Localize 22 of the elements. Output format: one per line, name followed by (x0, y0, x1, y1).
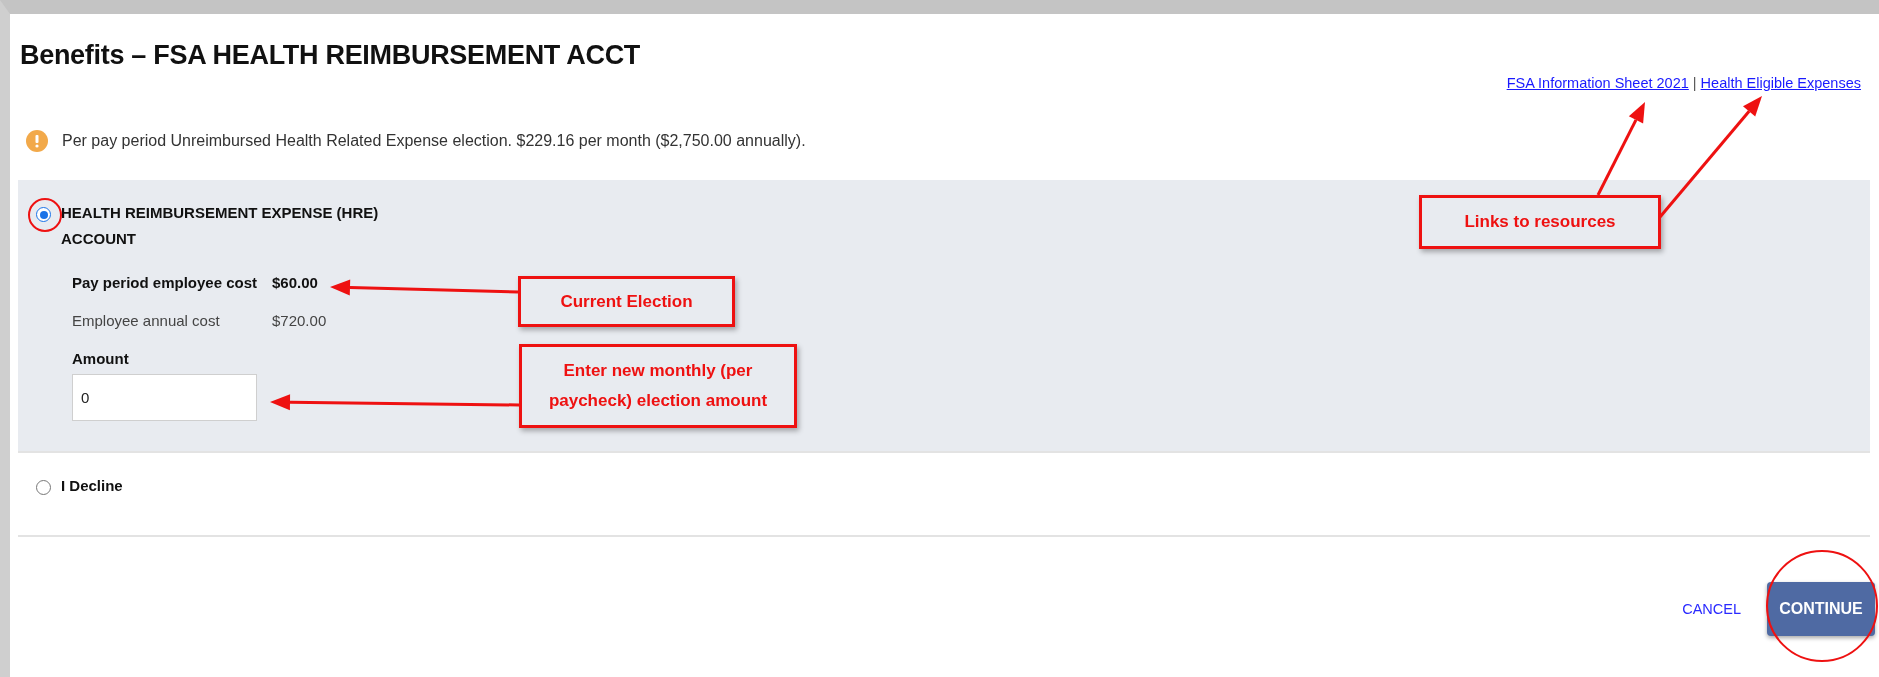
link-separator: | (1692, 75, 1697, 91)
amount-field[interactable]: 0 (72, 374, 257, 421)
detail-value: $720.00 (272, 312, 327, 330)
option-label: I Decline (61, 476, 124, 496)
cancel-link[interactable]: CANCEL (1682, 601, 1741, 617)
page-title: Benefits – FSA HEALTH REIMBURSEMENT ACCT (20, 40, 642, 71)
callout: Current Election (518, 276, 735, 327)
notice-text: Per pay period Unreimbursed Health Related Expense election. $229.16 per month ($2,750.00 annually). (62, 132, 806, 150)
resource-link[interactable]: FSA Information Sheet 2021 (1506, 75, 1689, 91)
radio-button[interactable] (36, 207, 51, 222)
radio-button[interactable] (36, 480, 51, 495)
field-label: Amount (72, 350, 130, 368)
highlight-circle (28, 198, 62, 232)
continue-button[interactable]: CONTINUE (1767, 582, 1875, 636)
callout: Enter new monthly (per paycheck) election amount (519, 344, 797, 428)
resource-link[interactable]: Health Eligible Expenses (1700, 75, 1861, 91)
option-label: HEALTH REIMBURSEMENT EXPENSE (HRE) ACCOUNT (61, 203, 380, 249)
detail-label: Pay period employee cost (72, 274, 259, 292)
warning-icon (26, 130, 48, 152)
detail-value: $60.00 (272, 274, 318, 292)
callout: Links to resources (1419, 195, 1661, 249)
detail-label: Employee annual cost (72, 312, 221, 330)
